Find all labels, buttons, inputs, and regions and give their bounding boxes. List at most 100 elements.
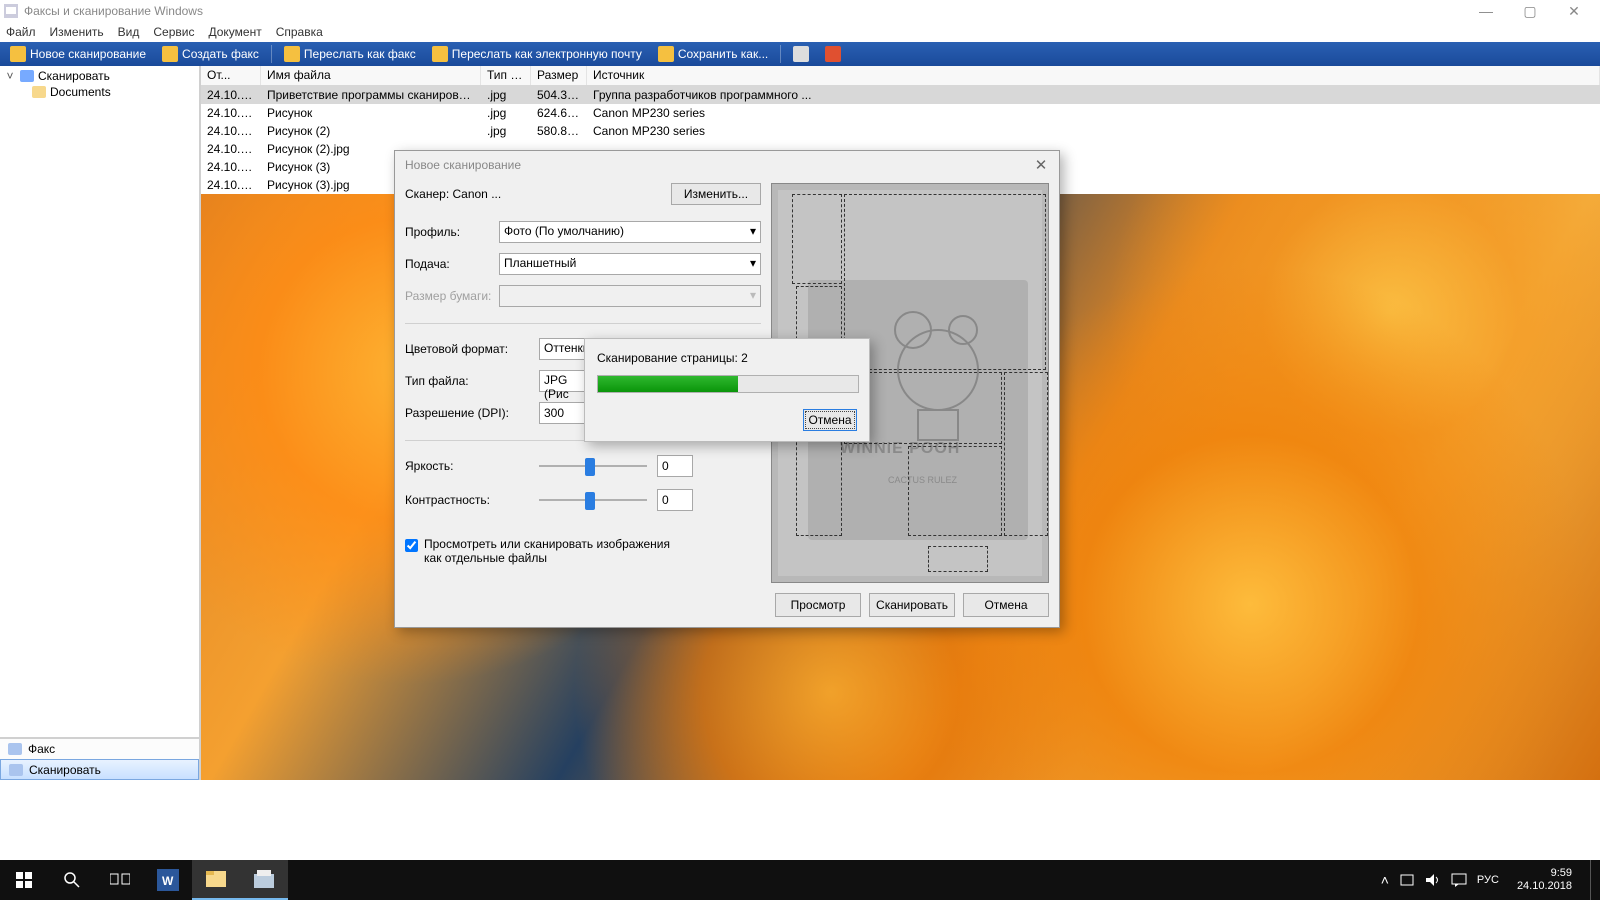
tray-action-center-icon[interactable] xyxy=(1451,873,1467,887)
contrast-value[interactable] xyxy=(657,489,693,511)
col-src[interactable]: Источник xyxy=(587,66,1600,85)
table-row[interactable]: 24.10.201...Приветствие программы сканир… xyxy=(201,86,1600,104)
svg-text:W: W xyxy=(162,874,174,888)
scan-progress-dialog: Сканирование страницы: 2 Отмена xyxy=(584,338,870,442)
paper-size-select: ▾ xyxy=(499,285,761,307)
tb-delete[interactable] xyxy=(819,45,847,63)
titlebar: Факсы и сканирование Windows — ▢ ✕ xyxy=(0,0,1600,22)
nav-scan[interactable]: Сканировать xyxy=(0,759,199,780)
separator xyxy=(405,323,761,324)
menubar: Файл Изменить Вид Сервис Документ Справк… xyxy=(0,22,1600,42)
maximize-button[interactable]: ▢ xyxy=(1508,0,1552,22)
selection-rect[interactable] xyxy=(792,194,842,284)
table-row[interactable]: 24.10.201...Рисунок (2).jpg580.8 КБCanon… xyxy=(201,122,1600,140)
fax-icon xyxy=(8,743,22,755)
menu-document[interactable]: Документ xyxy=(208,25,261,39)
scanner-icon xyxy=(9,764,23,776)
taskview-button[interactable] xyxy=(96,860,144,900)
source-label: Подача: xyxy=(405,257,499,271)
fax-icon xyxy=(162,46,178,62)
collapse-icon[interactable]: ˅ xyxy=(4,69,16,83)
menu-help[interactable]: Справка xyxy=(276,25,323,39)
brightness-slider[interactable] xyxy=(539,458,647,474)
tree-root-scan[interactable]: ˅ Сканировать xyxy=(4,68,195,84)
preview-button[interactable]: Просмотр xyxy=(775,593,861,617)
nav-fax[interactable]: Факс xyxy=(0,738,199,759)
folder-icon xyxy=(32,86,46,98)
tree-documents[interactable]: Documents xyxy=(4,84,195,100)
profile-label: Профиль: xyxy=(405,225,499,239)
app-icon xyxy=(4,4,18,18)
close-button[interactable]: ✕ xyxy=(1552,0,1596,22)
separator xyxy=(271,45,272,63)
tb-print[interactable] xyxy=(787,45,815,63)
dialog-title: Новое сканирование xyxy=(395,151,1059,179)
email-icon xyxy=(432,46,448,62)
tb-forward-fax[interactable]: Переслать как факс xyxy=(278,45,422,63)
tray-volume-icon[interactable] xyxy=(1425,873,1441,887)
start-button[interactable] xyxy=(0,860,48,900)
col-type[interactable]: Тип фа... xyxy=(481,66,531,85)
tb-new-fax[interactable]: Создать факс xyxy=(156,45,265,63)
paper-size-label: Размер бумаги: xyxy=(405,289,499,303)
tray-network-icon[interactable] xyxy=(1399,873,1415,887)
taskbar: W ˄ РУС 9:59 24.10.2018 xyxy=(0,860,1600,900)
separate-files-label: Просмотреть или сканировать изображения … xyxy=(424,537,684,565)
folder-tree: ˅ Сканировать Documents xyxy=(0,66,199,737)
menu-edit[interactable]: Изменить xyxy=(50,25,104,39)
menu-file[interactable]: Файл xyxy=(6,25,36,39)
scan-icon xyxy=(10,46,26,62)
sidebar: ˅ Сканировать Documents Факс Сканировать xyxy=(0,66,200,780)
tree-label: Сканировать xyxy=(38,69,110,83)
profile-select[interactable]: Фото (По умолчанию)▾ xyxy=(499,221,761,243)
brightness-label: Яркость: xyxy=(405,459,539,473)
taskbar-app-explorer[interactable] xyxy=(192,860,240,900)
save-icon xyxy=(658,46,674,62)
brightness-value[interactable] xyxy=(657,455,693,477)
color-format-label: Цветовой формат: xyxy=(405,342,539,356)
separator xyxy=(780,45,781,63)
col-date[interactable]: От... xyxy=(201,66,261,85)
progress-cancel-button[interactable]: Отмена xyxy=(803,409,857,431)
selection-rect[interactable] xyxy=(1004,372,1048,536)
menu-tools[interactable]: Сервис xyxy=(153,25,194,39)
scanner-label: Сканер: Canon ... xyxy=(405,187,671,201)
show-desktop-button[interactable] xyxy=(1590,860,1596,900)
dialog-close-button[interactable]: ✕ xyxy=(1029,155,1053,175)
tb-save-as[interactable]: Сохранить как... xyxy=(652,45,774,63)
filetype-select[interactable]: JPG (Рис xyxy=(539,370,585,392)
window-title: Факсы и сканирование Windows xyxy=(24,4,1464,18)
color-format-select[interactable]: Оттенки xyxy=(539,338,585,360)
tree-label: Documents xyxy=(50,85,111,99)
progress-bar xyxy=(597,375,859,393)
minimize-button[interactable]: — xyxy=(1464,0,1508,22)
selection-rect[interactable] xyxy=(928,546,988,572)
list-header: От... Имя файла Тип фа... Размер Источни… xyxy=(201,66,1600,86)
delete-icon xyxy=(825,46,841,62)
contrast-slider[interactable] xyxy=(539,492,647,508)
cancel-button[interactable]: Отмена xyxy=(963,593,1049,617)
taskbar-app-faxscan[interactable] xyxy=(240,860,288,900)
menu-view[interactable]: Вид xyxy=(118,25,140,39)
forward-fax-icon xyxy=(284,46,300,62)
selection-rect[interactable] xyxy=(908,446,1002,536)
tb-new-scan[interactable]: Новое сканирование xyxy=(4,45,152,63)
tb-forward-email[interactable]: Переслать как электронную почту xyxy=(426,45,648,63)
taskbar-app-word[interactable]: W xyxy=(144,860,192,900)
tray-language[interactable]: РУС xyxy=(1477,874,1499,886)
change-scanner-button[interactable]: Изменить... xyxy=(671,183,761,205)
dialog-buttons: Просмотр Сканировать Отмена xyxy=(771,593,1049,617)
search-button[interactable] xyxy=(48,860,96,900)
scan-button[interactable]: Сканировать xyxy=(869,593,955,617)
scanner-icon xyxy=(20,70,34,82)
col-size[interactable]: Размер xyxy=(531,66,587,85)
nav-buttons: Факс Сканировать xyxy=(0,737,199,780)
filetype-label: Тип файла: xyxy=(405,374,539,388)
selection-rect[interactable] xyxy=(844,194,1046,370)
source-select[interactable]: Планшетный▾ xyxy=(499,253,761,275)
table-row[interactable]: 24.10.201...Рисунок.jpg624.6 КБCanon MP2… xyxy=(201,104,1600,122)
tray-clock[interactable]: 9:59 24.10.2018 xyxy=(1509,867,1580,893)
col-name[interactable]: Имя файла xyxy=(261,66,481,85)
separate-files-checkbox[interactable] xyxy=(405,539,418,552)
tray-chevron-icon[interactable]: ˄ xyxy=(1381,872,1389,888)
